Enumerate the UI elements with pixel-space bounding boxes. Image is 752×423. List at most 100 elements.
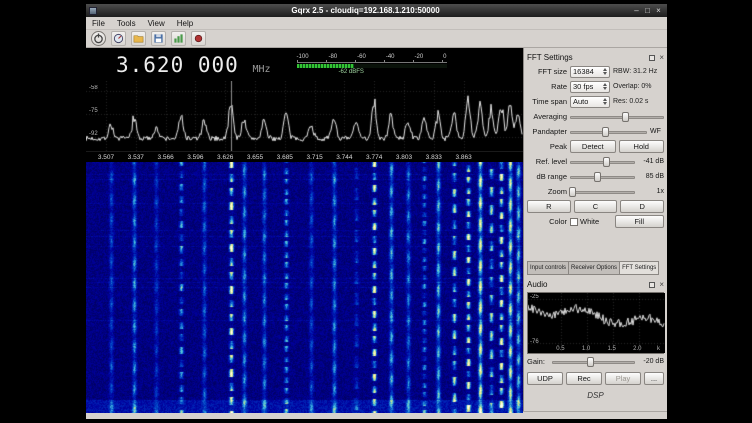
audio-spectrum-display: -25 -76 k 0.51.01.52.0	[527, 292, 664, 354]
io-config-button[interactable]	[111, 31, 126, 46]
bookmarks-button[interactable]	[171, 31, 186, 46]
menu-tools[interactable]: Tools	[111, 19, 142, 28]
spinner-icon[interactable]	[601, 68, 607, 75]
fft-settings-dock-header: FFT Settings ×	[527, 51, 664, 64]
float-dock-icon[interactable]	[649, 282, 655, 288]
menu-help[interactable]: Help	[171, 19, 199, 28]
tab-input-controls[interactable]: Input controls	[527, 261, 568, 275]
averaging-slider[interactable]	[570, 111, 664, 123]
load-settings-button[interactable]	[131, 31, 146, 46]
spectrum-canvas[interactable]	[86, 81, 523, 151]
db-axis-label: -92	[89, 131, 98, 137]
fft-size-row: FFT size 16384 RBW: 31.2 Hz	[527, 64, 664, 79]
zoom-center-button[interactable]: C	[574, 200, 618, 213]
white-checkbox[interactable]	[570, 218, 578, 226]
float-dock-icon[interactable]	[649, 55, 655, 61]
db-range-slider[interactable]	[570, 171, 635, 183]
zoom-reset-button[interactable]: R	[527, 200, 571, 213]
waterfall-canvas[interactable]	[86, 162, 523, 413]
power-icon	[93, 33, 104, 44]
zoom-slider[interactable]	[570, 186, 635, 198]
freq-axis-label: 3.744	[336, 154, 352, 161]
averaging-label: Averaging	[527, 112, 567, 121]
menubar: File Tools View Help	[86, 17, 667, 30]
ref-level-row: Ref. level -41 dB	[527, 154, 664, 169]
time-span-select[interactable]: Auto	[570, 96, 610, 108]
fft-size-select[interactable]: 16384	[570, 66, 610, 78]
start-dsp-button[interactable]	[91, 31, 106, 46]
zoom-demod-button[interactable]: D	[620, 200, 664, 213]
audio-dock-header: Audio ×	[527, 278, 664, 291]
save-settings-button[interactable]	[151, 31, 166, 46]
meter-scale-label: -40	[386, 54, 395, 60]
wf-label: WF	[650, 128, 664, 135]
close-button[interactable]: ×	[653, 5, 664, 16]
zoom-label: Zoom	[527, 187, 567, 196]
waterfall	[86, 162, 523, 411]
zoom-row: Zoom 1x	[527, 184, 664, 199]
ref-level-value: -41 dB	[638, 158, 664, 165]
fft-size-label: FFT size	[527, 67, 567, 76]
peak-row: Peak Detect Hold	[527, 139, 664, 154]
audio-title: Audio	[527, 280, 547, 289]
close-dock-icon[interactable]: ×	[659, 54, 664, 62]
spectrum-waterfall-area: 3.620 000 MHz -100-80-60-40-200 -62 dBFS…	[86, 48, 523, 411]
audio-dock: Audio × -25 -76 k 0.51.01.52.0 Gain: -20…	[527, 278, 664, 400]
slider-handle[interactable]	[587, 357, 594, 367]
dsp-status-label: DSP	[527, 391, 664, 400]
more-button[interactable]: ...	[644, 372, 664, 385]
slider-handle[interactable]	[602, 127, 609, 137]
spinner-icon[interactable]	[601, 83, 607, 90]
freq-axis-label: 3.774	[366, 154, 382, 161]
slider-handle[interactable]	[603, 157, 610, 167]
meter-scale-label: 0	[443, 54, 446, 60]
db-axis-label: -58	[89, 85, 98, 91]
audio-x-tick-label: 1.0	[582, 346, 590, 352]
frequency-digits[interactable]: 3.620 000	[116, 53, 239, 77]
udp-button[interactable]: UDP	[527, 372, 563, 385]
frequency-display[interactable]: 3.620 000 MHz	[116, 53, 271, 77]
meter-scale-label: -60	[357, 54, 366, 60]
gain-label: Gain:	[527, 357, 549, 366]
pandapter-label: Pandapter	[527, 127, 567, 136]
tab-fft-settings[interactable]: FFT Settings	[619, 261, 659, 275]
peak-hold-button[interactable]: Hold	[619, 140, 665, 153]
app-icon	[89, 7, 97, 15]
ref-level-label: Ref. level	[527, 157, 567, 166]
meter-scale-label: -20	[414, 54, 423, 60]
tab-receiver-options[interactable]: Receiver Options	[568, 261, 619, 275]
pandapter-wf-slider[interactable]	[570, 126, 647, 138]
audio-x-unit: k	[657, 346, 660, 352]
folder-icon	[133, 33, 144, 44]
iq-record-button[interactable]	[191, 31, 206, 46]
time-span-row: Time span Auto Res: 0.02 s	[527, 94, 664, 109]
right-panel: FFT Settings × FFT size 16384 RBW: 31.2 …	[523, 48, 667, 411]
menu-view[interactable]: View	[142, 19, 171, 28]
freq-axis-label: 3.507	[98, 154, 114, 161]
gain-slider[interactable]	[552, 356, 635, 368]
rate-row: Rate 30 fps Overlap: 0%	[527, 79, 664, 94]
audio-y-min-label: -76	[530, 339, 539, 345]
rbw-note: RBW: 31.2 Hz	[613, 68, 664, 75]
maximize-button[interactable]: □	[642, 5, 653, 16]
menu-file[interactable]: File	[86, 19, 111, 28]
chart-bars-icon	[173, 33, 184, 44]
window-title: Gqrx 2.5 - cloudiq=192.168.1.210:50000	[100, 6, 631, 15]
peak-detect-button[interactable]: Detect	[570, 140, 616, 153]
titlebar[interactable]: Gqrx 2.5 - cloudiq=192.168.1.210:50000 –…	[86, 4, 667, 17]
rec-button[interactable]: Rec	[566, 372, 602, 385]
ref-level-slider[interactable]	[570, 156, 635, 168]
color-row: Color White Fill	[527, 214, 664, 229]
slider-handle[interactable]	[594, 172, 601, 182]
spinner-icon[interactable]	[601, 98, 607, 105]
fill-button[interactable]: Fill	[615, 215, 665, 228]
slider-handle[interactable]	[569, 187, 576, 197]
slider-handle[interactable]	[622, 112, 629, 122]
meter-scale-label: -80	[329, 54, 338, 60]
minimize-button[interactable]: –	[631, 5, 642, 16]
freq-axis-label: 3.626	[217, 154, 233, 161]
play-button[interactable]: Play	[605, 372, 641, 385]
frequency-row: 3.620 000 MHz -100-80-60-40-200 -62 dBFS	[86, 48, 523, 81]
close-dock-icon[interactable]: ×	[659, 281, 664, 289]
rate-select[interactable]: 30 fps	[570, 81, 610, 93]
